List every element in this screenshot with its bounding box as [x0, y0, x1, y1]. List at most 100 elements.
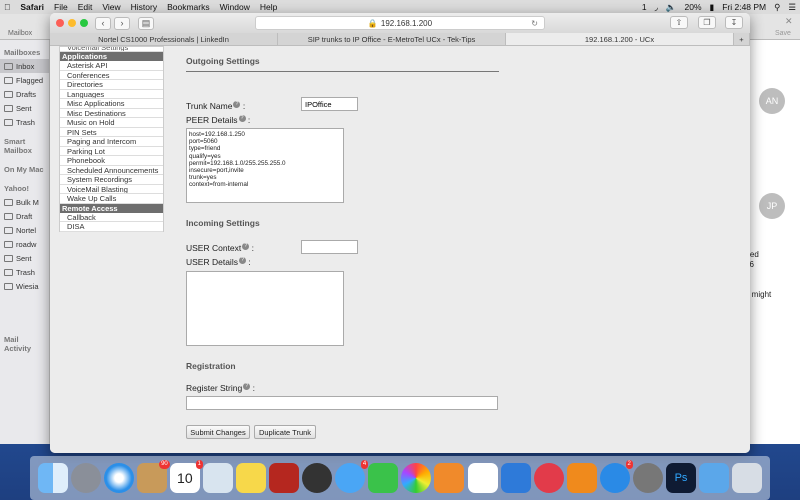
help-icon[interactable]: ?: [243, 383, 251, 390]
address-bar[interactable]: 🔒 192.168.1.200 ↻: [255, 16, 545, 30]
menu-item-scheduled-announcements[interactable]: Scheduled Announcements: [60, 166, 163, 175]
notification-count[interactable]: 1: [642, 2, 647, 12]
trash-can-icon[interactable]: [732, 463, 763, 493]
yahoo-folder[interactable]: Wiesia: [0, 279, 49, 293]
minimize-window-button[interactable]: [68, 19, 76, 27]
close-window-button[interactable]: [56, 19, 64, 27]
yahoo-folder[interactable]: roadw: [0, 237, 49, 251]
menu-clock[interactable]: Fri 2:48 PM: [722, 2, 766, 12]
menu-file[interactable]: File: [54, 2, 68, 12]
tab-tek-tips[interactable]: SIP trunks to IP Office - E-MetroTel UCx…: [278, 33, 506, 45]
menu-history[interactable]: History: [131, 2, 157, 12]
user-context-input[interactable]: [301, 240, 358, 254]
menu-item-pin-sets[interactable]: PIN Sets: [60, 128, 163, 137]
app-store-icon[interactable]: 2: [599, 460, 633, 493]
wifi-icon[interactable]: ◞: [655, 2, 658, 13]
help-icon[interactable]: ?: [233, 101, 241, 108]
facetime-video-icon[interactable]: [368, 463, 399, 493]
system-preferences-icon[interactable]: [632, 463, 663, 493]
yahoo-folder[interactable]: Draft: [0, 209, 49, 223]
menu-item-paging-intercom[interactable]: Paging and Intercom: [60, 137, 163, 147]
numbers-icon[interactable]: [467, 463, 498, 493]
menu-item-system-recordings[interactable]: System Recordings: [60, 175, 163, 185]
menu-item-parking-lot[interactable]: Parking Lot: [60, 147, 163, 156]
zoom-window-button[interactable]: [80, 19, 88, 27]
mailbox-inbox[interactable]: Inbox: [0, 59, 49, 73]
menu-app-name[interactable]: Safari: [20, 2, 44, 12]
spotlight-icon[interactable]: ⚲: [774, 2, 780, 13]
reload-icon[interactable]: ↻: [531, 19, 538, 28]
submit-changes-button[interactable]: Submit Changes: [186, 425, 250, 439]
pages-icon[interactable]: [434, 463, 465, 493]
sidebar-toggle-icon[interactable]: ▤: [138, 16, 154, 30]
yahoo-folder[interactable]: Bulk M: [0, 195, 49, 209]
tabs-overview-icon[interactable]: ❐: [698, 16, 716, 29]
menu-item-conferences[interactable]: Conferences: [60, 71, 163, 80]
safari-icon[interactable]: [103, 463, 134, 493]
new-tab-button[interactable]: +: [734, 33, 750, 45]
register-string-input[interactable]: [186, 396, 498, 410]
launchpad-icon[interactable]: [70, 463, 101, 493]
keynote-icon[interactable]: [500, 463, 531, 493]
messages-icon[interactable]: 4: [335, 460, 369, 493]
facetime-icon[interactable]: [302, 463, 333, 493]
help-icon[interactable]: ?: [238, 115, 246, 122]
yahoo-folder[interactable]: Trash: [0, 265, 49, 279]
user-details-textarea[interactable]: [186, 271, 344, 346]
finder-icon[interactable]: [37, 463, 68, 493]
mailbox-trash[interactable]: Trash: [0, 115, 49, 129]
mailbox-sent[interactable]: Sent: [0, 101, 49, 115]
menu-item-directories[interactable]: Directories: [60, 80, 163, 90]
contacts-icon[interactable]: 90: [136, 460, 170, 493]
menu-item-asterisk-api[interactable]: Asterisk API: [60, 61, 163, 71]
yahoo-folder[interactable]: Nortel: [0, 223, 49, 237]
menu-item-music-on-hold[interactable]: Music on Hold: [60, 118, 163, 128]
photos-icon[interactable]: [401, 463, 432, 493]
battery-percent[interactable]: 20%: [685, 2, 702, 12]
notes-icon[interactable]: [236, 463, 266, 493]
calendar-icon[interactable]: 10 1: [169, 460, 203, 493]
tab-linkedin[interactable]: Nortel CS1000 Professionals | LinkedIn: [50, 33, 278, 45]
back-button[interactable]: ‹: [95, 16, 111, 30]
trash-icon: [4, 118, 13, 126]
yahoo-folder[interactable]: Sent: [0, 251, 49, 265]
downloads-icon[interactable]: ↧: [725, 16, 743, 29]
menu-window[interactable]: Window: [220, 2, 250, 12]
tab-ucx[interactable]: 192.168.1.200 - UCx: [506, 33, 734, 45]
menu-item-voicemail-blasting[interactable]: VoiceMail Blasting: [60, 185, 163, 194]
forward-button[interactable]: ›: [114, 16, 130, 30]
help-icon[interactable]: ?: [242, 243, 250, 250]
menu-edit[interactable]: Edit: [78, 2, 93, 12]
preview-icon[interactable]: [202, 463, 233, 493]
peer-details-textarea[interactable]: host=192.168.1.250 port=5060 type=friend…: [186, 128, 344, 203]
menu-item-callback[interactable]: Callback: [60, 213, 163, 222]
menu-item-phonebook[interactable]: Phonebook: [60, 156, 163, 166]
notification-center-icon[interactable]: ☰: [788, 2, 796, 13]
apple-menu-icon[interactable]: : [4, 2, 10, 12]
mailbox-flagged[interactable]: Flagged: [0, 73, 49, 87]
mail-save-button[interactable]: Save: [775, 30, 791, 37]
menu-item-disa[interactable]: DISA: [60, 222, 163, 232]
mail-toolbar-label[interactable]: Mailbox: [8, 30, 32, 37]
help-icon[interactable]: ?: [238, 257, 246, 264]
menu-item-misc-destinations[interactable]: Misc Destinations: [60, 109, 163, 118]
outgoing-settings-title: Outgoing Settings: [186, 56, 260, 66]
duplicate-trunk-button[interactable]: Duplicate Trunk: [254, 425, 316, 439]
menu-view[interactable]: View: [102, 2, 120, 12]
mailbox-drafts[interactable]: Drafts: [0, 87, 49, 101]
trunk-name-input[interactable]: [301, 97, 358, 111]
itunes-icon[interactable]: [533, 463, 564, 493]
battery-icon[interactable]: ▮: [710, 2, 715, 13]
menu-bookmarks[interactable]: Bookmarks: [167, 2, 210, 12]
volume-icon[interactable]: 🔈: [666, 2, 677, 13]
menu-item-wake-up-calls[interactable]: Wake Up Calls: [60, 194, 163, 204]
menu-help[interactable]: Help: [260, 2, 277, 12]
menu-item-misc-applications[interactable]: Misc Applications: [60, 99, 163, 109]
share-icon[interactable]: ⇧: [670, 16, 688, 29]
menu-item-languages[interactable]: Languages: [60, 90, 163, 99]
ibooks-icon[interactable]: [566, 463, 597, 493]
downloads-folder-icon[interactable]: [699, 463, 730, 493]
photoshop-icon[interactable]: Ps: [666, 463, 697, 493]
photo-booth-icon[interactable]: [269, 463, 300, 493]
mail-close-icon[interactable]: ✕: [785, 16, 793, 27]
